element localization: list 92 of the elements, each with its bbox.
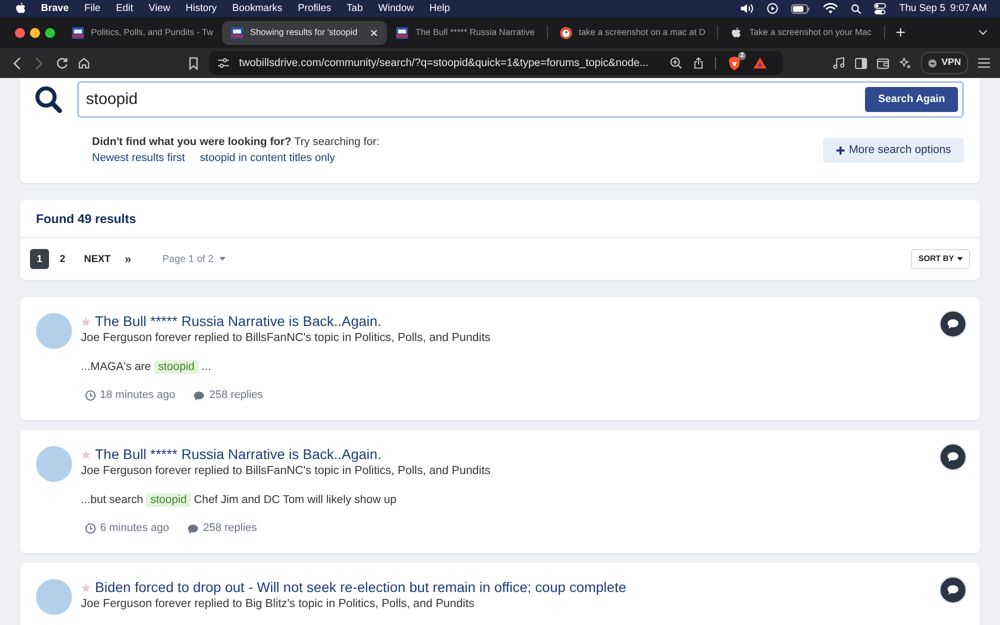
clock-icon bbox=[85, 390, 96, 401]
menu-item[interactable]: History bbox=[186, 1, 217, 16]
more-options-button[interactable]: More search options bbox=[823, 138, 964, 163]
reply-count: 258 replies bbox=[209, 388, 264, 403]
avatar-placeholder bbox=[36, 579, 72, 615]
menu-item[interactable]: View bbox=[148, 1, 170, 16]
menu-item[interactable]: Bookmarks bbox=[232, 1, 282, 16]
share-icon[interactable] bbox=[694, 57, 703, 69]
home-icon[interactable] bbox=[78, 57, 90, 69]
sidebar-icon[interactable] bbox=[855, 58, 868, 68]
new-tab-button[interactable]: + bbox=[888, 24, 914, 41]
search-again-button[interactable]: Search Again bbox=[865, 87, 958, 112]
triangle-icon[interactable] bbox=[753, 57, 767, 69]
next-button[interactable]: NEXT bbox=[76, 249, 119, 269]
music-note-icon[interactable] bbox=[833, 57, 846, 69]
sort-button[interactable]: SORT BY bbox=[911, 249, 970, 269]
star-icon[interactable] bbox=[81, 582, 91, 592]
minus-circle-icon bbox=[928, 58, 938, 68]
wifi-icon[interactable] bbox=[823, 3, 838, 14]
page-button[interactable]: 1 bbox=[30, 249, 49, 269]
topic-link[interactable]: The Bull ***** Russia Narrative is Back..Again. bbox=[95, 446, 382, 463]
play-icon[interactable] bbox=[767, 3, 778, 14]
back-icon[interactable] bbox=[13, 56, 21, 70]
search-icon[interactable] bbox=[851, 4, 862, 14]
battery-icon[interactable] bbox=[791, 4, 810, 14]
site-logo-icon bbox=[72, 26, 84, 38]
wallet-icon[interactable] bbox=[877, 58, 890, 68]
topic-link[interactable]: The Bull ***** Russia Narrative is Back..Again. bbox=[95, 313, 382, 330]
site-logo-icon bbox=[231, 26, 244, 38]
byline-text: Joe Ferguson forever replied to BillsFanNC's topic in Politics, Polls, and Pundits bbox=[81, 463, 492, 479]
comment-icon bbox=[187, 524, 200, 534]
page-jump-dropdown[interactable]: Page 1 of 2 bbox=[162, 252, 226, 266]
browser-tab[interactable]: take a screenshot on a mac at D bbox=[550, 20, 714, 44]
comment-icon bbox=[939, 443, 967, 471]
suggestion-link[interactable]: stoopid in content titles only bbox=[200, 150, 336, 166]
results-count: Found 49 results bbox=[20, 200, 980, 238]
star-icon[interactable] bbox=[81, 316, 91, 326]
comment-icon bbox=[193, 390, 206, 400]
sparkle-icon[interactable] bbox=[899, 57, 912, 69]
window-close-icon[interactable] bbox=[15, 28, 25, 38]
round-logo-icon bbox=[560, 26, 572, 38]
menu-item[interactable]: Edit bbox=[116, 1, 134, 16]
menu-item[interactable]: File bbox=[84, 1, 100, 16]
sliders-icon[interactable] bbox=[218, 58, 229, 68]
plus-icon bbox=[836, 146, 845, 155]
apple-logo-icon bbox=[730, 26, 742, 38]
caret-icon bbox=[957, 257, 963, 261]
menu-item[interactable]: Window bbox=[378, 1, 414, 16]
last-page-button[interactable]: » bbox=[118, 249, 138, 269]
menu-icon[interactable] bbox=[978, 58, 990, 68]
menu-item[interactable]: Help bbox=[429, 1, 450, 16]
browser-tab[interactable]: Take a screenshot on your Mac bbox=[721, 20, 881, 44]
shield-icon[interactable] bbox=[728, 56, 741, 70]
time-text: 6 minutes ago bbox=[100, 521, 170, 536]
window-minimize-icon[interactable] bbox=[30, 28, 40, 38]
apple-logo-icon[interactable] bbox=[15, 2, 26, 15]
star-icon[interactable] bbox=[81, 450, 91, 460]
search-hint: Didn't find what you were looking for? Try searching for: bbox=[92, 135, 380, 150]
reload-icon[interactable] bbox=[56, 57, 68, 69]
app-menu[interactable]: Brave bbox=[41, 1, 69, 16]
browser-tab[interactable]: Politics, Polls, and Pundits - Tw bbox=[63, 20, 222, 44]
byline-text: Joe Ferguson forever replied to BillsFanNC's topic in Politics, Polls, and Pundits bbox=[81, 330, 492, 346]
browser-tab[interactable]: The Bull ***** Russia Narrative bbox=[387, 20, 544, 44]
browser-tab[interactable]: Showing results for 'stoopid bbox=[222, 20, 388, 44]
menu-item[interactable]: Profiles bbox=[298, 1, 332, 16]
chevron-down-icon[interactable] bbox=[978, 29, 988, 36]
clock-icon bbox=[85, 523, 96, 534]
reply-count: 258 replies bbox=[203, 521, 257, 536]
page-button[interactable]: 2 bbox=[53, 249, 72, 269]
comment-icon bbox=[939, 310, 967, 338]
bookmark-icon[interactable] bbox=[189, 56, 198, 70]
search-icon bbox=[35, 86, 62, 113]
avatar-placeholder bbox=[36, 446, 72, 482]
site-logo-icon bbox=[396, 26, 408, 38]
close-icon[interactable] bbox=[370, 28, 378, 36]
menu-item[interactable]: Tab bbox=[346, 1, 363, 16]
byline-text: Joe Ferguson forever replied to Big Blitz's topic in Politics, Polls, and Pundits bbox=[81, 596, 476, 612]
comment-icon bbox=[939, 576, 967, 604]
suggestion-link[interactable]: Newest results first bbox=[92, 150, 185, 166]
toggle-icon[interactable] bbox=[874, 2, 886, 14]
topic-link[interactable]: Biden forced to drop out - Will not seek re-election but remain in office; coup complete bbox=[95, 579, 626, 596]
snippet-text: ...but search stoopid Chef Jim and DC Tom will likely show up bbox=[81, 492, 398, 509]
zoom-in-icon[interactable] bbox=[670, 57, 682, 69]
speaker-icon[interactable] bbox=[740, 3, 754, 14]
vpn-button[interactable]: VPN bbox=[921, 52, 968, 74]
avatar-placeholder bbox=[36, 313, 72, 349]
window-zoom-icon[interactable] bbox=[45, 28, 55, 38]
time-text: 18 minutes ago bbox=[100, 388, 176, 403]
date-text[interactable]: Thu Sep 5 bbox=[899, 1, 946, 16]
snippet-text: ...MAGA's are stoopid ... bbox=[81, 359, 212, 376]
time-text[interactable]: 9:07 AM bbox=[950, 1, 987, 16]
caret-icon bbox=[218, 257, 226, 261]
